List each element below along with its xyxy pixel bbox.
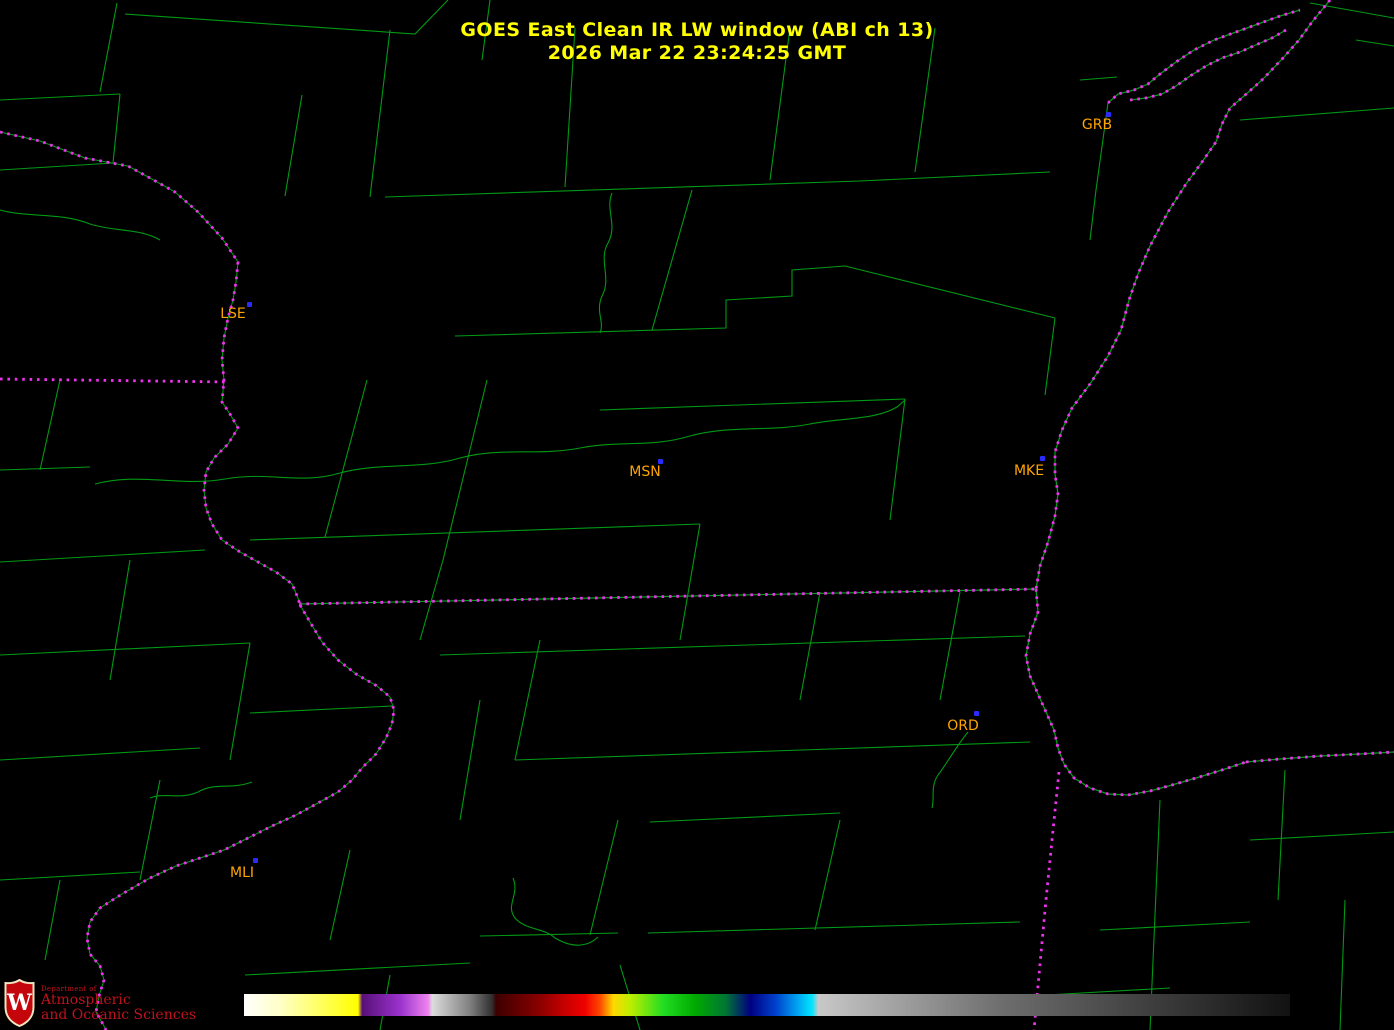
station-dot-lse xyxy=(247,302,252,307)
county-line xyxy=(1099,921,1251,931)
county-line xyxy=(112,93,121,164)
logo-line1: Atmospheric xyxy=(41,992,131,1008)
station-label-msn: MSN xyxy=(629,464,661,480)
county-line xyxy=(939,591,961,701)
shoreline xyxy=(1025,588,1247,796)
county-line xyxy=(459,699,481,821)
county-line xyxy=(799,591,821,701)
county-line xyxy=(244,962,471,976)
temperature-colorbar xyxy=(244,994,1290,1016)
crest-letter: W xyxy=(6,990,32,1016)
county-line xyxy=(439,635,1026,656)
county-line xyxy=(284,94,303,197)
river-bank xyxy=(0,131,301,606)
county-line xyxy=(1239,107,1394,121)
county-line xyxy=(1339,899,1346,1030)
county-line xyxy=(44,879,61,961)
shoreline xyxy=(298,588,1037,605)
state-border-dotted xyxy=(1032,771,1061,1030)
river-line xyxy=(0,209,161,241)
county-line xyxy=(324,379,368,538)
image-timestamp: 2026 Mar 22 23:24:25 GMT xyxy=(547,42,847,64)
state-border-dotted xyxy=(85,604,396,1030)
county-line xyxy=(329,849,351,941)
satellite-viewer: GOES East Clean IR LW window (ABI ch 13)… xyxy=(0,0,1394,1030)
county-line xyxy=(649,812,841,823)
county-line xyxy=(514,639,541,761)
logo-text: Department of Atmospheric and Oceanic Sc… xyxy=(41,979,196,1023)
county-line xyxy=(229,642,251,761)
county-line xyxy=(1277,769,1286,901)
station-label-mli: MLI xyxy=(229,865,255,881)
shoreline xyxy=(1035,0,1331,590)
county-line xyxy=(844,265,1056,319)
station-label-ord: ORD xyxy=(947,718,979,734)
state-border-dotted xyxy=(0,130,302,606)
river-line xyxy=(149,781,253,799)
county-line xyxy=(679,523,701,641)
county-line xyxy=(249,705,393,714)
station-label-lse: LSE xyxy=(220,306,246,322)
county-line xyxy=(1309,2,1394,19)
state-border-dotted xyxy=(1024,588,1247,797)
county-line xyxy=(39,379,61,471)
satellite-map xyxy=(0,0,1394,1030)
image-title-block: GOES East Clean IR LW window (ABI ch 13)… xyxy=(0,19,1394,65)
logo-line2: and Oceanic Sciences xyxy=(41,1007,197,1023)
station-dot-mli xyxy=(253,858,258,863)
county-line xyxy=(1249,831,1394,841)
river-bank xyxy=(86,604,395,1030)
station-dot-mke xyxy=(1040,456,1045,461)
station-label-grb: GRB xyxy=(1081,117,1113,133)
county-line xyxy=(249,523,701,541)
state-border-dotted xyxy=(1245,750,1394,764)
county-line xyxy=(0,93,121,101)
county-line xyxy=(0,466,91,471)
image-title: GOES East Clean IR LW window (ABI ch 13) xyxy=(460,19,934,41)
county-line xyxy=(589,819,619,936)
county-line xyxy=(0,642,251,656)
county-line xyxy=(814,819,841,931)
county-line xyxy=(1044,317,1056,396)
county-line xyxy=(454,265,846,337)
county-line xyxy=(889,398,906,521)
county-line xyxy=(109,559,131,681)
county-line xyxy=(514,741,1031,761)
county-line xyxy=(139,779,161,881)
aos-logo: W Department of Atmospheric and Oceanic … xyxy=(4,979,196,1027)
county-line xyxy=(0,871,141,881)
station-label-mke: MKE xyxy=(1013,463,1045,479)
state-border-dotted xyxy=(0,377,229,384)
county-line xyxy=(0,549,206,563)
county-line xyxy=(647,921,1021,934)
uw-crest-icon: W xyxy=(4,979,35,1027)
county-line xyxy=(384,171,1051,198)
river-line xyxy=(931,731,969,809)
river-line xyxy=(598,192,613,334)
river-line xyxy=(94,399,906,485)
county-line xyxy=(0,162,114,171)
station-dot-ord xyxy=(974,711,979,716)
county-line xyxy=(1079,76,1118,81)
county-line xyxy=(599,398,906,411)
state-border-dotted xyxy=(1034,0,1332,590)
county-line xyxy=(0,747,201,761)
county-line xyxy=(651,189,693,331)
